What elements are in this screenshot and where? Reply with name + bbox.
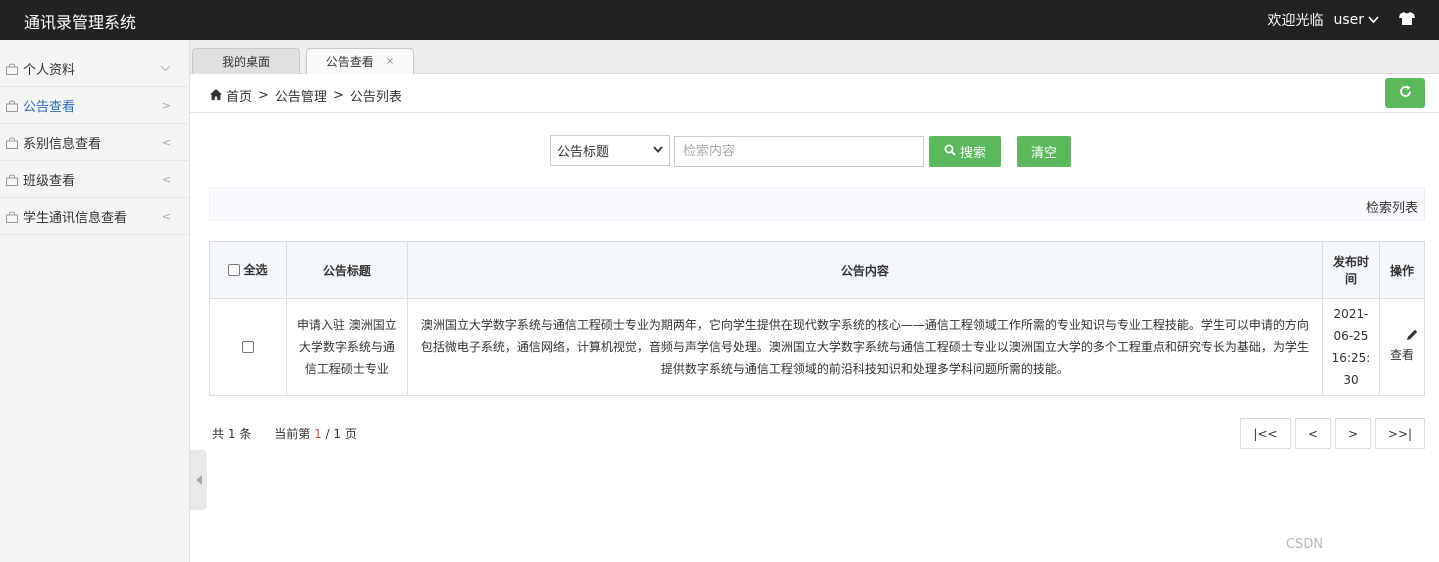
home-icon: [210, 88, 222, 103]
sidebar-item-department[interactable]: 系别信息查看 <: [0, 124, 189, 161]
row-time-part: 2021-: [1333, 307, 1369, 321]
search-button[interactable]: 搜索: [929, 136, 1001, 167]
top-bar: 通讯录管理系统 欢迎光临 user: [0, 0, 1439, 40]
last-page-button[interactable]: >>|: [1375, 418, 1425, 449]
pagination-summary: 共 1 条 当前第 1 / 1 页: [212, 425, 357, 442]
clear-button-label: 清空: [1030, 146, 1057, 161]
breadcrumb: 首页 > 公告管理 > 公告列表: [210, 86, 402, 105]
sidebar-item-profile[interactable]: 个人资料: [0, 40, 189, 87]
table-row: 申请入驻 澳洲国立大学数字系统与通信工程硕士专业 澳洲国立大学数字系统与通信工程…: [209, 298, 1426, 396]
pencil-icon[interactable]: [1380, 329, 1424, 344]
total-prefix: 共: [212, 427, 225, 441]
list-header-title: 检索列表: [1365, 201, 1418, 216]
chevron-left-icon: <: [161, 209, 171, 223]
th-time: 发布时 间: [1322, 241, 1380, 299]
select-all-checkbox[interactable]: [228, 263, 241, 276]
sidebar-item-notice[interactable]: 公告查看 >: [0, 87, 189, 124]
th-time-line2: 间: [1344, 272, 1357, 286]
prev-page-button[interactable]: <: [1295, 418, 1331, 449]
chevron-left-icon: <: [161, 135, 171, 149]
search-button-label: 搜索: [959, 146, 986, 161]
chevron-down-icon[interactable]: [1368, 14, 1379, 27]
bag-icon: [6, 63, 18, 75]
row-checkbox-cell: [209, 298, 287, 396]
search-icon: [944, 144, 956, 159]
breadcrumb-separator: >: [258, 88, 269, 103]
row-operation[interactable]: 查看: [1378, 298, 1426, 396]
next-page-button[interactable]: >: [1335, 418, 1371, 449]
breadcrumb-notice-list: 公告列表: [349, 90, 402, 105]
sidebar-item-label: 公告查看: [23, 99, 76, 115]
refresh-icon: [1399, 84, 1412, 102]
row-time: 2021- 06-25 16:25: 30: [1322, 298, 1380, 396]
tab-desktop[interactable]: 我的桌面: [192, 48, 300, 74]
total-suffix: 条: [239, 427, 252, 441]
view-link[interactable]: 查看: [1380, 344, 1424, 366]
current-prefix: 当前第: [274, 427, 311, 441]
list-header: 检索列表: [209, 187, 1425, 221]
sidebar-item-label: 班级查看: [23, 173, 76, 189]
row-title: 申请入驻 澳洲国立大学数字系统与通信工程硕士专业: [285, 298, 408, 396]
th-select-all: 全选: [209, 241, 287, 299]
search-field-value: 公告标题: [557, 145, 610, 160]
breadcrumb-bar: 首页 > 公告管理 > 公告列表: [190, 75, 1439, 113]
search-input[interactable]: [674, 136, 924, 167]
th-operation: 操作: [1378, 241, 1426, 299]
tab-label: 我的桌面: [221, 55, 270, 69]
sidebar-item-label: 学生通讯信息查看: [23, 210, 128, 226]
sidebar-item-class[interactable]: 班级查看 <: [0, 161, 189, 198]
shirt-icon[interactable]: [1399, 11, 1415, 29]
current-page: 1: [314, 427, 322, 441]
chevron-left-icon: <: [161, 172, 171, 186]
sidebar: 个人资料 公告查看 > 系别信息查看 < 班级查看 < 学生通讯信息查看 <: [0, 40, 190, 562]
bag-icon: [6, 137, 18, 149]
th-title: 公告标题: [285, 241, 408, 299]
row-checkbox[interactable]: [241, 341, 254, 353]
chevron-down-icon: [653, 145, 663, 156]
page-count: / 1 页: [325, 427, 357, 441]
sidebar-item-student-contacts[interactable]: 学生通讯信息查看 <: [0, 198, 189, 235]
sidebar-collapse-handle[interactable]: [190, 450, 207, 510]
th-content: 公告内容: [406, 241, 1324, 299]
bag-icon: [6, 174, 18, 186]
watermark: CSDN: [1286, 537, 1324, 552]
chevron-right-icon: >: [161, 98, 171, 112]
clear-button[interactable]: 清空: [1017, 136, 1071, 167]
row-time-part: 30: [1343, 373, 1359, 387]
welcome-text: 欢迎光临: [1267, 13, 1324, 29]
select-all-label: 全选: [243, 263, 268, 278]
breadcrumb-home[interactable]: 首页: [226, 86, 252, 105]
breadcrumb-separator: >: [332, 88, 344, 103]
search-field-select[interactable]: 公告标题: [550, 135, 670, 166]
total-count: 1: [227, 427, 236, 441]
breadcrumb-notice-management[interactable]: 公告管理: [275, 86, 327, 105]
close-icon[interactable]: ×: [386, 56, 394, 67]
bag-icon: [6, 100, 18, 112]
chevron-down-icon: [160, 62, 171, 75]
row-content: 澳洲国立大学数字系统与通信工程硕士专业为期两年，它向学生提供在现代数字系统的核心…: [406, 298, 1324, 396]
sidebar-item-label: 个人资料: [23, 62, 76, 78]
th-time-line1: 发布时: [1332, 255, 1369, 269]
tab-label: 公告查看: [325, 55, 374, 69]
app-title: 通讯录管理系统: [24, 13, 137, 32]
first-page-button[interactable]: |<<: [1240, 418, 1291, 449]
notice-table: 全选 公告标题 公告内容 发布时 间 操作 申请入驻 澳洲国立大学数字系统与通信…: [209, 241, 1426, 396]
row-time-part: 06-25: [1333, 329, 1369, 343]
bag-icon: [6, 211, 18, 223]
table-header-row: 全选 公告标题 公告内容 发布时 间 操作: [209, 241, 1426, 299]
tab-bar: 我的桌面 公告查看 ×: [190, 40, 1439, 74]
tab-notice-view[interactable]: 公告查看 ×: [306, 48, 414, 74]
user-area: 欢迎光临 user: [1267, 10, 1415, 30]
refresh-button[interactable]: [1385, 78, 1425, 108]
user-menu[interactable]: user: [1333, 12, 1364, 28]
sidebar-item-label: 系别信息查看: [23, 136, 102, 152]
row-time-part: 16:25:: [1331, 351, 1371, 365]
